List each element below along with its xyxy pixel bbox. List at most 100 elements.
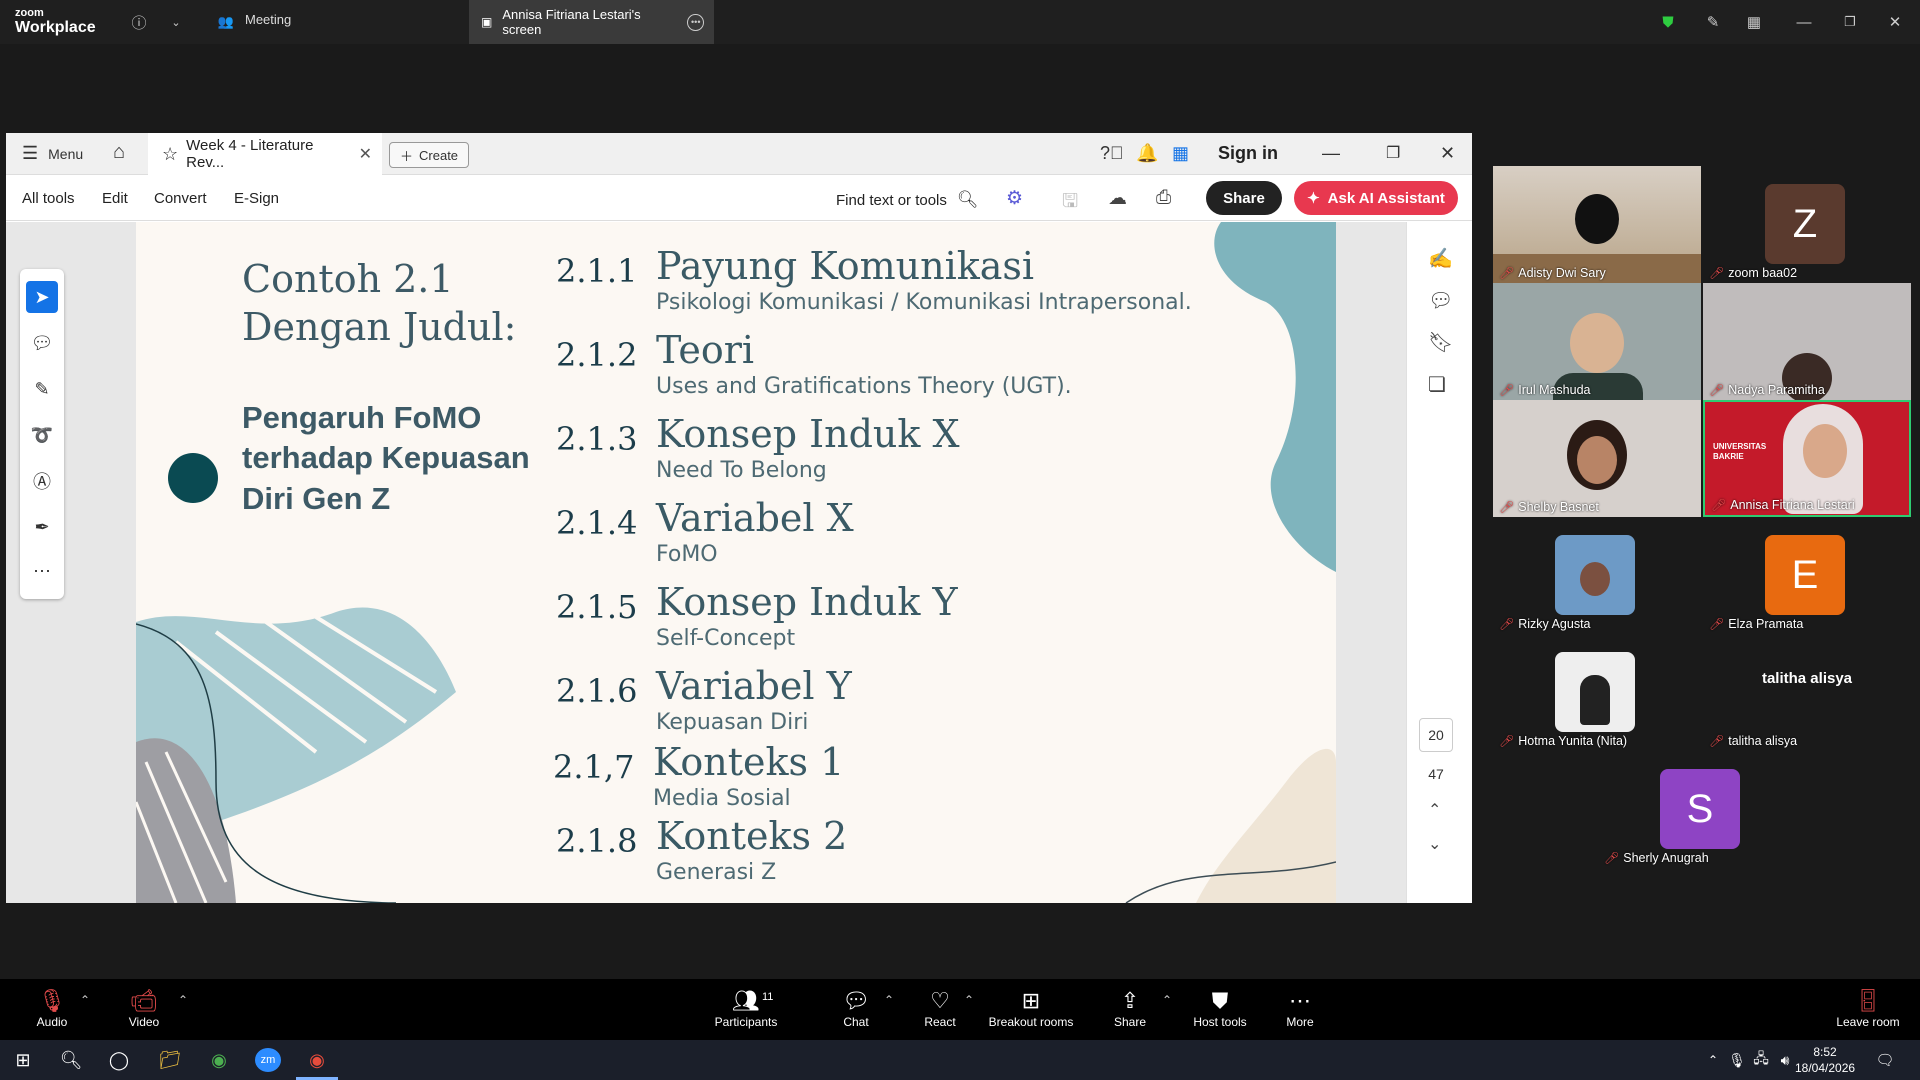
participant-tile[interactable]: 🎤︎ Adisty Dwi Sary (1493, 166, 1701, 283)
sign-icon[interactable]: ✒ (26, 511, 58, 543)
participant-name: 🎤︎ Nadya Paramitha (1709, 383, 1825, 397)
document-tab[interactable]: ☆ Week 4 - Literature Rev... ✕ (148, 133, 382, 175)
windows-start-icon[interactable]: ⊞ (10, 1048, 36, 1072)
select-cursor-icon[interactable]: ➤ (26, 281, 58, 313)
participant-name: 🎤︎ Adisty Dwi Sary (1499, 266, 1606, 280)
microphone-tray-icon[interactable]: 🎙︎ (1724, 1048, 1750, 1072)
compare-icon[interactable]: ⚙ (1006, 187, 1023, 210)
audio-options-caret[interactable]: ⌃ (80, 993, 90, 1007)
view-layout-icon[interactable]: ▦ (1744, 12, 1764, 32)
convert-menu[interactable]: Convert (154, 190, 207, 207)
participant-tile[interactable]: S 🎤︎ Sherly Anugrah (1598, 751, 1806, 868)
minimize-icon[interactable]: — (1322, 143, 1340, 164)
highlight-icon[interactable]: ✎ (26, 373, 58, 405)
system-clock[interactable]: 8:52 18/04/2026 (1795, 1044, 1855, 1076)
task-view-icon[interactable]: ◯ (106, 1048, 132, 1072)
restore-icon[interactable]: ❐ (1840, 12, 1860, 32)
pencil-icon[interactable]: ✎ (1703, 12, 1723, 32)
edit-menu[interactable]: Edit (102, 190, 128, 207)
search-icon[interactable]: 🔍︎ (58, 1048, 84, 1072)
comment-icon[interactable]: 💬︎ (26, 327, 58, 359)
print-icon[interactable]: ⎙ (1156, 187, 1171, 209)
all-tools-menu[interactable]: All tools (22, 190, 75, 207)
section-title: Payung Komunikasi (656, 244, 1035, 288)
next-page-icon[interactable]: ⌄ (1428, 834, 1441, 854)
meeting-tab[interactable]: Meeting (245, 12, 291, 27)
participant-tile[interactable]: 🎤︎ Rizky Agusta (1493, 517, 1701, 634)
menu-button[interactable]: ☰ Menu (22, 143, 83, 164)
minimize-icon[interactable]: — (1794, 12, 1814, 32)
tray-chevron-icon[interactable]: ⌃ (1700, 1048, 1726, 1072)
clock-date: 18/04/2026 (1795, 1061, 1856, 1075)
star-icon[interactable]: ☆ (162, 144, 178, 165)
home-icon[interactable]: ⌂ (113, 141, 125, 164)
video-button[interactable]: 📹︎ Video (124, 987, 164, 1029)
more-button[interactable]: ⋯ More (1280, 987, 1320, 1029)
edit-pdf-icon[interactable]: ✍ (1428, 246, 1453, 271)
chevron-down-icon[interactable]: ⌄ (166, 12, 186, 32)
video-options-caret[interactable]: ⌃ (178, 993, 188, 1007)
mic-muted-icon: 🎤︎ (1499, 383, 1515, 397)
chat-button[interactable]: 💬︎ Chat (836, 987, 876, 1029)
participant-tile-active-speaker[interactable]: UNIVERSITAS BAKRIE 🎤︎ Annisa Fitriana Les… (1703, 400, 1911, 517)
audio-label: Audio (36, 1015, 68, 1029)
participant-tile[interactable]: 🎤︎ Hotma Yunita (Nita) (1493, 634, 1701, 751)
participant-gallery: 🎤︎ Adisty Dwi Sary Z 🎤︎ zoom baa02 🎤︎ Irul … (1493, 166, 1913, 868)
shield-icon[interactable]: ⛊ (1658, 12, 1678, 32)
close-tab-icon[interactable]: ✕ (359, 144, 372, 164)
document-viewer[interactable]: Contoh 2.1 Dengan Judul: Pengaruh FoMO t… (6, 222, 1406, 903)
comments-panel-icon[interactable]: 💬︎ (1428, 288, 1453, 313)
participant-tile[interactable]: 🎤︎ Shelby Basnet (1493, 400, 1701, 517)
find-tools-search[interactable]: Find text or tools 🔍︎ (836, 190, 978, 210)
text-box-icon[interactable]: Ⓐ (26, 465, 58, 497)
participant-avatar: E (1765, 535, 1845, 615)
host-tools-button[interactable]: ⛊ Host tools (1190, 987, 1250, 1029)
participant-tile[interactable]: 🎤︎ Irul Mashuda (1493, 283, 1701, 400)
share-screen-button[interactable]: ⇪ Share (1110, 987, 1150, 1029)
close-icon[interactable]: ✕ (1440, 143, 1455, 164)
previous-page-icon[interactable]: ⌃ (1428, 800, 1441, 820)
notifications-icon[interactable]: 🗨 (1872, 1048, 1898, 1072)
notification-bell-icon[interactable]: 🔔 (1136, 143, 1158, 164)
esign-menu[interactable]: E-Sign (234, 190, 279, 207)
breakout-rooms-button[interactable]: ⊞ Breakout rooms (988, 987, 1074, 1029)
participant-tile[interactable]: Z 🎤︎ zoom baa02 (1703, 166, 1911, 283)
save-icon[interactable]: 🖫 (1062, 187, 1078, 219)
file-explorer-icon[interactable]: 📁︎ (157, 1048, 183, 1072)
host-tools-shield-icon: ⛊ (1211, 988, 1229, 1013)
participant-tile[interactable]: talitha alisya 🎤︎ talitha alisya (1703, 634, 1911, 751)
sign-in-button[interactable]: Sign in (1218, 143, 1278, 164)
apps-grid-icon[interactable]: ▦ (1172, 143, 1189, 164)
leave-room-button[interactable]: 🚪︎ Leave room (1836, 987, 1900, 1029)
slide-bullet-dot (168, 453, 218, 503)
upload-cloud-icon[interactable]: ☁ (1108, 187, 1127, 210)
chat-options-caret[interactable]: ⌃ (884, 993, 894, 1007)
current-page-input[interactable]: 20 (1419, 718, 1453, 752)
close-icon[interactable]: ✕ (1885, 12, 1905, 32)
chrome-icon[interactable]: ◉ (206, 1048, 232, 1072)
more-options-icon[interactable]: ••• (687, 13, 704, 31)
pages-thumbnail-icon[interactable]: ❏ (1428, 372, 1446, 397)
slide-title-line2: Dengan Judul: (242, 304, 517, 349)
shared-screen-tab[interactable]: ▣ Annisa Fitriana Lestari's screen ••• (469, 0, 714, 44)
create-button[interactable]: ＋ Create (389, 142, 470, 168)
info-icon[interactable]: ⓘ (129, 12, 149, 32)
help-icon[interactable]: ?⃝ (1100, 143, 1124, 164)
more-tools-icon[interactable]: ⋯ (26, 555, 58, 587)
react-button[interactable]: ♡ React (920, 987, 960, 1029)
section-number: 2.1.4 (556, 504, 638, 542)
network-icon[interactable]: 🖧 (1748, 1048, 1774, 1072)
ask-ai-assistant-button[interactable]: ✦ Ask AI Assistant (1294, 181, 1458, 215)
draw-icon[interactable]: ➰ (26, 419, 58, 451)
participant-tile[interactable]: E 🎤︎ Elza Pramata (1703, 517, 1911, 634)
restore-icon[interactable]: ❐ (1386, 143, 1400, 163)
share-button[interactable]: Share (1206, 181, 1282, 215)
participant-tile[interactable]: 🎤︎ Nadya Paramitha (1703, 283, 1911, 400)
react-label: React (924, 1015, 956, 1029)
chrome-active-icon[interactable]: ◉ (304, 1048, 330, 1072)
audio-button[interactable]: 🎙︎ Audio (32, 987, 72, 1029)
share-options-caret[interactable]: ⌃ (1162, 993, 1172, 1007)
bookmarks-icon[interactable]: 🔖︎ (1428, 330, 1453, 355)
zoom-app-icon[interactable]: zm (255, 1048, 281, 1072)
react-options-caret[interactable]: ⌃ (964, 993, 974, 1007)
